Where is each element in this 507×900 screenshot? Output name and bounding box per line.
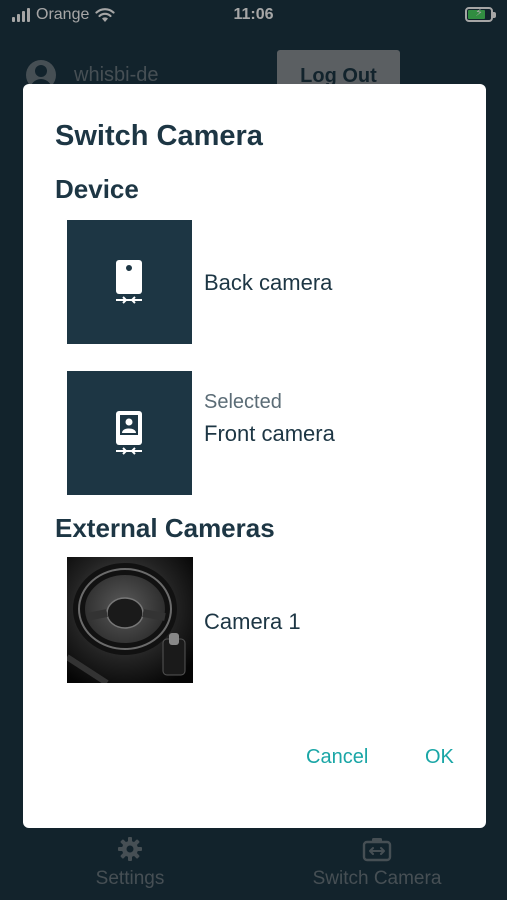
back-camera-tile bbox=[67, 220, 192, 344]
back-camera-icon bbox=[116, 260, 142, 304]
cancel-button[interactable]: Cancel bbox=[306, 746, 368, 769]
switch-camera-dialog: Switch Camera Device Back camera Selecte… bbox=[23, 84, 486, 828]
external-camera-option[interactable]: Camera 1 bbox=[67, 557, 467, 683]
back-camera-option[interactable]: Back camera bbox=[67, 220, 467, 344]
dialog-title: Switch Camera bbox=[55, 120, 263, 152]
front-camera-status: Selected bbox=[204, 391, 282, 413]
front-camera-label: Front camera bbox=[204, 421, 335, 446]
external-cameras-section-title: External Cameras bbox=[55, 513, 275, 543]
front-camera-tile bbox=[67, 371, 192, 495]
front-camera-icon bbox=[116, 411, 142, 455]
device-section-title: Device bbox=[55, 174, 139, 204]
camera-1-label: Camera 1 bbox=[204, 609, 301, 634]
back-camera-label: Back camera bbox=[204, 270, 333, 295]
camera-1-thumbnail bbox=[67, 557, 193, 683]
ok-button[interactable]: OK bbox=[425, 746, 454, 769]
front-camera-option[interactable]: Selected Front camera bbox=[67, 371, 467, 495]
